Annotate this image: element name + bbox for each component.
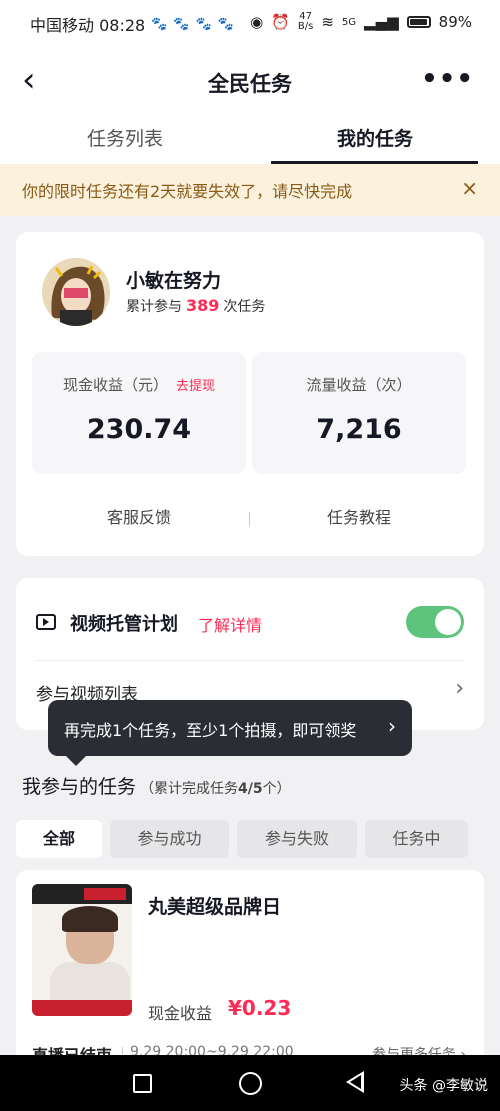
user-name: 小敏在努力 xyxy=(126,270,222,292)
section-subtitle: （累计完成任务4/5个） xyxy=(140,781,291,797)
thumbnail-figure xyxy=(50,962,130,1000)
task-thumbnail xyxy=(32,884,132,1016)
wifi-icon: ≋ xyxy=(321,13,334,31)
customer-service-link[interactable]: 客服反馈 xyxy=(32,504,246,528)
cash-earnings-label: 现金收益（元） 去提现 xyxy=(32,374,246,395)
battery-level: 89% xyxy=(438,13,472,31)
task-count-suffix: 次任务 xyxy=(223,299,266,315)
network-type: 5G xyxy=(341,16,357,28)
paw-icon: 🐾 xyxy=(217,16,234,32)
tooltip-text: 再完成1个任务，至少1个拍摄，即可领奖 xyxy=(64,721,357,740)
learn-more-link[interactable]: 了解详情 xyxy=(198,612,262,636)
task-reward-label: 现金收益 xyxy=(148,1004,213,1023)
task-count-number: 389 xyxy=(186,296,220,315)
filter-failed[interactable]: 参与失败 xyxy=(237,820,357,858)
tab-bar: 任务列表 我的任务 xyxy=(0,118,500,164)
video-plan-toggle[interactable] xyxy=(406,606,464,638)
cash-earnings-value: 230.74 xyxy=(86,414,192,445)
paw-icon: 🐾 xyxy=(151,16,168,32)
avatar[interactable] xyxy=(42,258,110,326)
carrier-time: 中国移动 08:28 xyxy=(30,16,146,35)
net-speed-unit: B/s xyxy=(297,21,314,32)
alarm-icon: ⏰ xyxy=(271,13,290,31)
toggle-knob xyxy=(435,609,461,635)
system-nav-bar: 头条 @李敏说 xyxy=(0,1055,500,1111)
traffic-earnings-value: 7,216 xyxy=(316,414,402,445)
traffic-earnings-label: 流量收益（次） xyxy=(306,376,412,394)
status-bar: 中国移动 08:28 🐾 🐾 🐾 🐾 ◉ ⏰ 47 B/s ≋ 5G ▂▄▆ 8… xyxy=(0,0,500,46)
net-speed: 47 B/s xyxy=(298,12,313,32)
filter-in-progress[interactable]: 任务中 xyxy=(365,820,468,858)
tab-task-list[interactable]: 任务列表 xyxy=(25,124,225,151)
cash-earnings-box[interactable]: 现金收益（元） 去提现 230.74 xyxy=(32,352,246,474)
paw-icon: 🐾 xyxy=(195,16,212,32)
notice-text: 你的限时任务还有2天就要失效了，请尽快完成 xyxy=(22,182,353,201)
section-subtitle-prefix: （累计完成任务 xyxy=(140,781,239,797)
avatar-image xyxy=(42,258,110,326)
close-icon[interactable]: × xyxy=(461,176,478,200)
expiry-notice-banner: 你的限时任务还有2天就要失效了，请尽快完成 × xyxy=(0,164,500,216)
watermark: 头条 @李敏说 xyxy=(399,1078,488,1094)
video-play-icon xyxy=(36,614,56,630)
cash-label-text: 现金收益（元） xyxy=(62,376,168,394)
thumbnail-footer xyxy=(32,1000,132,1016)
task-count: 累计参与 389 次任务 xyxy=(126,296,265,316)
chevron-right-icon[interactable]: › xyxy=(455,676,464,701)
video-plan-title: 视频托管计划 xyxy=(70,614,178,635)
filter-all[interactable]: 全部 xyxy=(16,820,102,858)
tooltip-arrow xyxy=(66,756,86,766)
header: ‹ 全民任务 ••• xyxy=(0,46,500,118)
withdraw-link[interactable]: 去提现 xyxy=(176,379,215,394)
section-subtitle-suffix: 个） xyxy=(262,781,291,797)
thumbnail-badge xyxy=(84,888,126,900)
eye-icon: ◉ xyxy=(250,13,264,31)
task-count-prefix: 累计参与 xyxy=(126,299,182,315)
paw-icon: 🐾 xyxy=(173,16,190,32)
completed-count: 4/5 xyxy=(238,781,263,797)
battery-icon xyxy=(406,16,431,28)
reward-tooltip[interactable]: 再完成1个任务，至少1个拍摄，即可领奖 › xyxy=(48,700,412,756)
more-button[interactable]: ••• xyxy=(421,64,474,94)
task-reward-value: ¥0.23 xyxy=(228,996,292,1020)
traffic-earnings-box[interactable]: 流量收益（次） 7,216 xyxy=(252,352,466,474)
my-tasks-section-title: 我参与的任务 （累计完成任务4/5个） xyxy=(22,772,291,799)
task-name: 丸美超级品牌日 xyxy=(148,896,282,918)
divider xyxy=(36,660,464,661)
signal-icon: ▂▄▆ xyxy=(364,13,399,31)
filter-success[interactable]: 参与成功 xyxy=(110,820,229,858)
status-left: 中国移动 08:28 🐾 🐾 🐾 🐾 xyxy=(30,12,234,36)
divider xyxy=(249,512,250,526)
home-icon[interactable] xyxy=(239,1072,262,1095)
recent-apps-icon[interactable] xyxy=(133,1074,152,1093)
tab-my-tasks[interactable]: 我的任务 xyxy=(275,124,475,151)
section-title-text: 我参与的任务 xyxy=(22,776,137,798)
back-triangle-inner xyxy=(350,1075,361,1089)
chevron-right-icon: › xyxy=(388,714,396,738)
status-right: ◉ ⏰ 47 B/s ≋ 5G ▂▄▆ 89% xyxy=(250,12,472,32)
task-tutorial-link[interactable]: 任务教程 xyxy=(252,504,466,528)
profile-card: 小敏在努力 累计参与 389 次任务 现金收益（元） 去提现 230.74 流量收益（… xyxy=(16,232,484,556)
thumbnail-hair xyxy=(62,906,118,932)
